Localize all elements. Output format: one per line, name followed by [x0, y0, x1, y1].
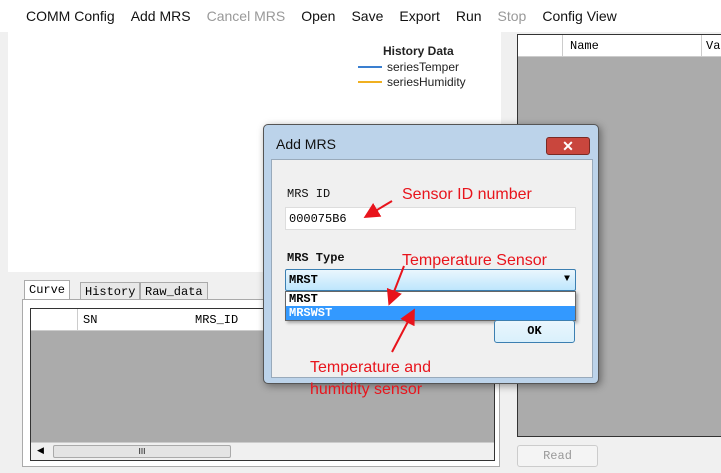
arrow-id — [363, 200, 393, 219]
arrow-temp — [386, 265, 405, 306]
annotation-arrows — [363, 200, 415, 353]
arrow-humidity — [391, 308, 415, 353]
